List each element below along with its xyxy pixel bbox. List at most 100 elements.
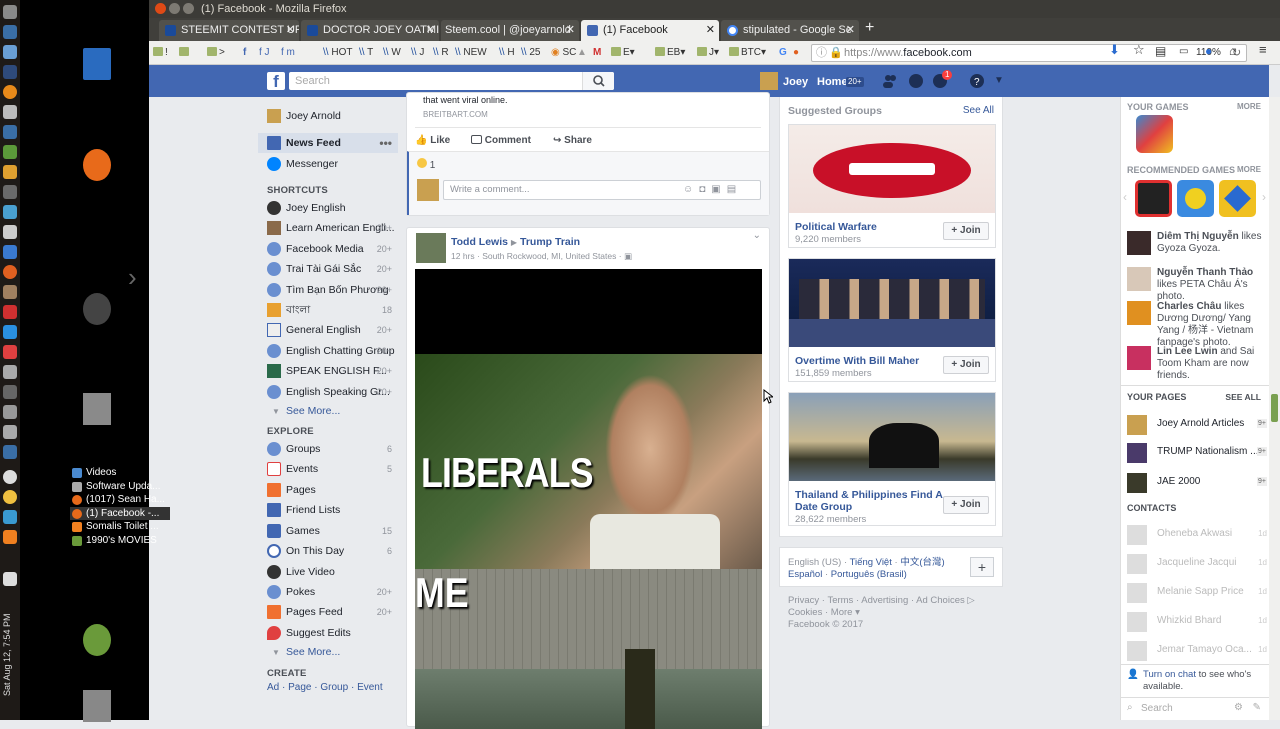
- author-link[interactable]: Todd Lewis: [451, 236, 508, 248]
- browser-tab[interactable]: Steem.cool | @joeyarnold ✕: [441, 20, 579, 41]
- suggested-group-card[interactable]: Thailand & Philippines Find A Date Group…: [788, 392, 996, 526]
- app-icon[interactable]: [3, 185, 17, 199]
- reaction-count[interactable]: 1: [417, 158, 435, 171]
- extension-icon[interactable]: ●: [1205, 45, 1212, 57]
- bookmark[interactable]: G: [779, 47, 787, 59]
- bitcoin-icon[interactable]: [3, 85, 17, 99]
- footer-link[interactable]: Advertising: [861, 595, 908, 606]
- files-icon[interactable]: [83, 393, 111, 425]
- ticker-item[interactable]: Charles Châu likes Dương Dương/ Yang Yan…: [1127, 301, 1269, 349]
- bookmark[interactable]: ●: [793, 47, 799, 59]
- nav-messenger[interactable]: Messenger: [258, 154, 398, 174]
- home-icon[interactable]: ⌂: [1229, 45, 1236, 57]
- language-link[interactable]: Español: [788, 569, 822, 580]
- shortcut-item[interactable]: Learn American Engli... 20+: [258, 218, 398, 238]
- game-icon[interactable]: [1219, 180, 1256, 217]
- explore-item[interactable]: Live Video: [258, 562, 398, 582]
- library-icon[interactable]: ▤: [1155, 45, 1166, 57]
- app-icon[interactable]: [3, 245, 17, 259]
- candy-crush-icon[interactable]: [1136, 115, 1173, 153]
- bookmark[interactable]: \\ HOT: [323, 47, 352, 59]
- contact-item[interactable]: Melanie Sapp Price 1d: [1127, 581, 1267, 603]
- suggested-group-card[interactable]: Overtime With Bill Maher 151,859 members…: [788, 258, 996, 382]
- messenger-icon[interactable]: [908, 73, 924, 89]
- join-button[interactable]: + Join: [943, 496, 989, 514]
- dash-icon[interactable]: [3, 5, 17, 19]
- friend-requests-icon[interactable]: [882, 73, 898, 89]
- app-icon[interactable]: [3, 325, 17, 339]
- link-source[interactable]: BREITBART.COM: [423, 110, 488, 119]
- post-image[interactable]: LIBERALS ME: [415, 269, 762, 729]
- network-icon[interactable]: [3, 470, 17, 484]
- lock-icon[interactable]: 🔒: [829, 45, 843, 61]
- bookmark-folder[interactable]: E▾: [611, 47, 635, 59]
- download-icon[interactable]: ⬇: [1109, 43, 1120, 56]
- caret-down-icon[interactable]: ▼: [994, 75, 1004, 86]
- close-tab-icon[interactable]: ✕: [286, 20, 295, 41]
- facebook-logo-icon[interactable]: f: [267, 72, 285, 91]
- explore-item[interactable]: Pages Feed 20+: [258, 602, 398, 622]
- ticker-item[interactable]: Lin Lee Lwin and Sai Toom Kham are now f…: [1127, 346, 1269, 382]
- comment-button[interactable]: Comment: [471, 135, 531, 146]
- chat-search-input[interactable]: Search: [1141, 703, 1173, 714]
- explore-item[interactable]: Suggest Edits: [258, 623, 398, 643]
- avatar[interactable]: [416, 233, 446, 263]
- bookmark-folder[interactable]: >: [207, 47, 225, 59]
- app-icon[interactable]: [3, 205, 17, 219]
- profile-link[interactable]: Joey: [783, 76, 808, 88]
- comment-attach-icons[interactable]: ☺◘▣▤: [683, 184, 742, 195]
- home-link[interactable]: Home: [817, 76, 848, 88]
- bookmark[interactable]: \\ W: [383, 47, 401, 59]
- see-more-explore[interactable]: ▼ See More...: [272, 646, 340, 658]
- shortcut-item[interactable]: Tìm Bạn Bốn Phương 20+: [258, 280, 398, 300]
- language-link[interactable]: Tiếng Việt: [850, 557, 892, 568]
- shortcut-item[interactable]: বাংলা 18: [258, 300, 398, 320]
- more-link[interactable]: MORE: [1237, 165, 1261, 174]
- bookmark[interactable]: ▲: [577, 47, 587, 59]
- bookmark[interactable]: f J: [259, 47, 270, 59]
- explore-item[interactable]: Games 15: [258, 521, 398, 541]
- bookmark[interactable]: f m: [281, 47, 295, 59]
- explore-item[interactable]: Pages: [258, 480, 398, 500]
- app-icon[interactable]: [3, 145, 17, 159]
- contact-item[interactable]: Jacqueline Jacqui 1d: [1127, 552, 1267, 574]
- youtube-icon[interactable]: ▭: [1179, 46, 1188, 58]
- app-icon[interactable]: [3, 305, 17, 319]
- footer-link[interactable]: Cookies: [788, 607, 822, 618]
- link-snippet[interactable]: that went viral online.: [423, 95, 508, 105]
- info-icon[interactable]: ⓘ: [816, 45, 827, 61]
- task-item[interactable]: (1) Facebook -...: [70, 506, 170, 520]
- shortcut-item[interactable]: English Chatting Group 20+: [258, 341, 398, 361]
- task-item[interactable]: Videos: [70, 466, 170, 480]
- group-name[interactable]: Political Warfare: [795, 221, 877, 233]
- close-tab-icon[interactable]: ✕: [706, 20, 715, 41]
- bookmark[interactable]: \\ T: [359, 47, 373, 59]
- user-icon[interactable]: [83, 624, 111, 656]
- bookmark[interactable]: ◉ SC: [551, 47, 576, 59]
- app-icon[interactable]: [3, 105, 17, 119]
- wifi-icon[interactable]: [3, 510, 17, 524]
- shortcut-item[interactable]: General English 20+: [258, 320, 398, 340]
- chevron-right-icon[interactable]: ›: [128, 262, 137, 293]
- bookmark[interactable]: \\ NEW: [455, 47, 487, 59]
- compose-icon[interactable]: ✎: [1253, 702, 1261, 713]
- firefox-icon[interactable]: [83, 149, 111, 181]
- bookmark[interactable]: \\ R: [433, 47, 449, 59]
- page-item[interactable]: JAE 2000 9+: [1127, 471, 1267, 493]
- search-button[interactable]: [582, 72, 614, 90]
- bookmark[interactable]: \\ 25: [521, 47, 540, 59]
- footer-link[interactable]: Ad Choices: [916, 595, 965, 606]
- close-tab-icon[interactable]: ✕: [566, 20, 575, 41]
- app-icon[interactable]: [3, 385, 17, 399]
- task-item[interactable]: 1990's MOVIES: [70, 534, 170, 548]
- app-icon[interactable]: [3, 405, 17, 419]
- bookmark-folder[interactable]: !: [153, 47, 168, 59]
- bookmark-folder[interactable]: BTC▾: [729, 47, 766, 59]
- gmail-icon[interactable]: M: [593, 47, 601, 59]
- explore-item[interactable]: Friend Lists: [258, 500, 398, 520]
- explore-item[interactable]: Pokes 20+: [258, 582, 398, 602]
- shortcut-item[interactable]: Joey English: [258, 198, 398, 218]
- close-tab-icon[interactable]: ✕: [426, 20, 435, 41]
- browser-tab[interactable]: DOCTOR JOEY OATMI ✕: [301, 20, 439, 41]
- page-scrollbar[interactable]: [1269, 97, 1280, 720]
